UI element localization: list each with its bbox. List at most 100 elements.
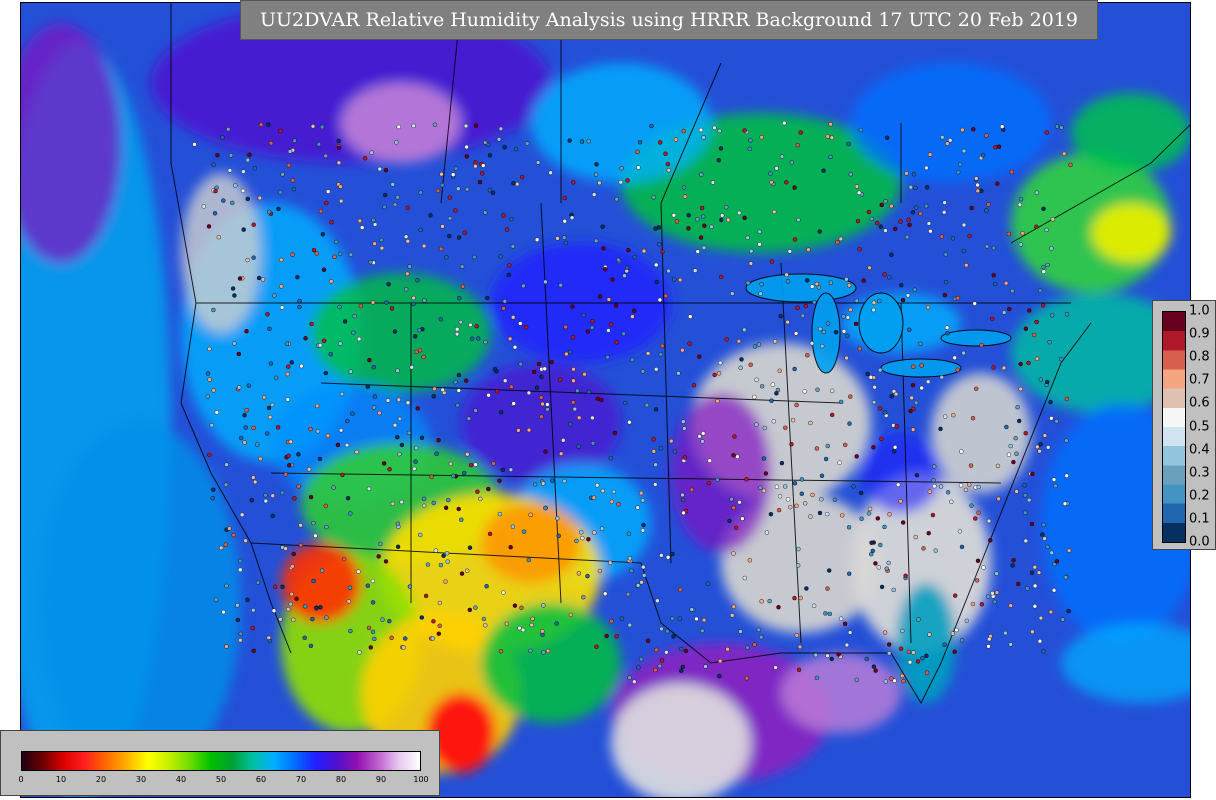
station-dot (399, 442, 405, 448)
station-dot (884, 135, 890, 141)
station-dot (288, 601, 293, 607)
station-dot (484, 584, 489, 589)
station-dot (819, 473, 825, 478)
station-dot (480, 171, 485, 176)
station-dot (564, 351, 569, 357)
station-dot (666, 167, 671, 173)
station-dot (462, 470, 467, 476)
station-dot (498, 649, 504, 654)
station-dot (597, 180, 602, 186)
station-dot (563, 240, 569, 246)
station-dot (276, 206, 281, 212)
station-dot (701, 245, 707, 250)
station-dot (710, 180, 716, 185)
station-dot (473, 160, 478, 165)
station-dot (562, 478, 567, 484)
station-dot (540, 629, 545, 634)
station-dot (1051, 588, 1057, 593)
station-dot (759, 635, 764, 640)
station-dot (447, 216, 453, 221)
station-dot (635, 505, 640, 510)
station-dot (665, 161, 670, 167)
station-dot (900, 297, 906, 303)
station-dot (1044, 379, 1050, 385)
station-dot (394, 140, 399, 145)
station-dot (789, 160, 794, 165)
station-dot (815, 387, 820, 392)
station-dot (288, 439, 293, 444)
station-dot (313, 533, 318, 538)
station-dot (907, 222, 912, 228)
station-dot (562, 195, 567, 201)
station-dot (972, 301, 977, 306)
station-dot (828, 154, 833, 160)
station-dot (303, 336, 308, 341)
station-dot (799, 491, 804, 496)
station-dot (464, 187, 470, 192)
station-dot (478, 496, 483, 502)
station-dot (467, 545, 473, 550)
station-dot (215, 152, 220, 158)
station-dot (1053, 483, 1058, 489)
station-dot (308, 426, 313, 432)
station-dot (403, 234, 409, 239)
station-dot (473, 163, 478, 169)
station-dot (571, 180, 576, 185)
station-dot (832, 497, 838, 502)
station-dot (377, 166, 382, 172)
station-dot (1023, 510, 1028, 515)
station-dot (718, 658, 723, 664)
station-dot (731, 604, 736, 609)
station-dot (1051, 477, 1057, 482)
station-dot (397, 451, 402, 457)
station-dot (928, 228, 933, 234)
station-dot (754, 422, 759, 427)
station-dot (556, 533, 561, 538)
station-dot (627, 622, 632, 628)
station-dot (411, 123, 416, 129)
station-dot (1008, 603, 1013, 608)
station-dot (912, 287, 917, 292)
station-dot (715, 477, 720, 482)
station-dot (462, 230, 467, 235)
station-dot (430, 636, 435, 641)
station-dot (243, 538, 248, 543)
station-dot (468, 462, 474, 468)
station-dot (244, 408, 249, 413)
station-dot (1027, 497, 1032, 503)
station-dot (619, 166, 624, 171)
station-dot (911, 406, 916, 412)
station-dot (467, 607, 472, 613)
station-dot (808, 514, 813, 519)
station-dot (1049, 416, 1054, 421)
station-dot (984, 208, 989, 213)
map-title: UU2DVAR Relative Humidity Analysis using… (240, 0, 1098, 40)
station-dot (237, 558, 243, 564)
station-dot (889, 676, 894, 681)
station-dot (782, 120, 787, 126)
station-dot (292, 138, 297, 143)
station-dot (319, 568, 325, 573)
station-dot (251, 475, 256, 480)
station-dot (532, 369, 537, 375)
station-dot (774, 391, 779, 396)
station-dot (867, 265, 872, 270)
station-dot (1049, 246, 1054, 251)
station-dot (273, 375, 279, 381)
station-dot (507, 336, 513, 341)
station-dot (752, 344, 758, 349)
station-dot (612, 430, 618, 436)
station-dot (715, 398, 720, 404)
station-dot (985, 594, 991, 599)
station-dot (431, 619, 436, 624)
station-dot (513, 146, 519, 152)
station-dot (681, 128, 686, 134)
station-dot (1063, 575, 1069, 580)
station-dot (758, 485, 763, 490)
station-dot (271, 608, 277, 613)
station-dot (600, 488, 605, 494)
station-dot (372, 636, 377, 642)
station-dot (473, 123, 479, 128)
station-dot (486, 486, 491, 492)
station-dot (961, 222, 967, 228)
